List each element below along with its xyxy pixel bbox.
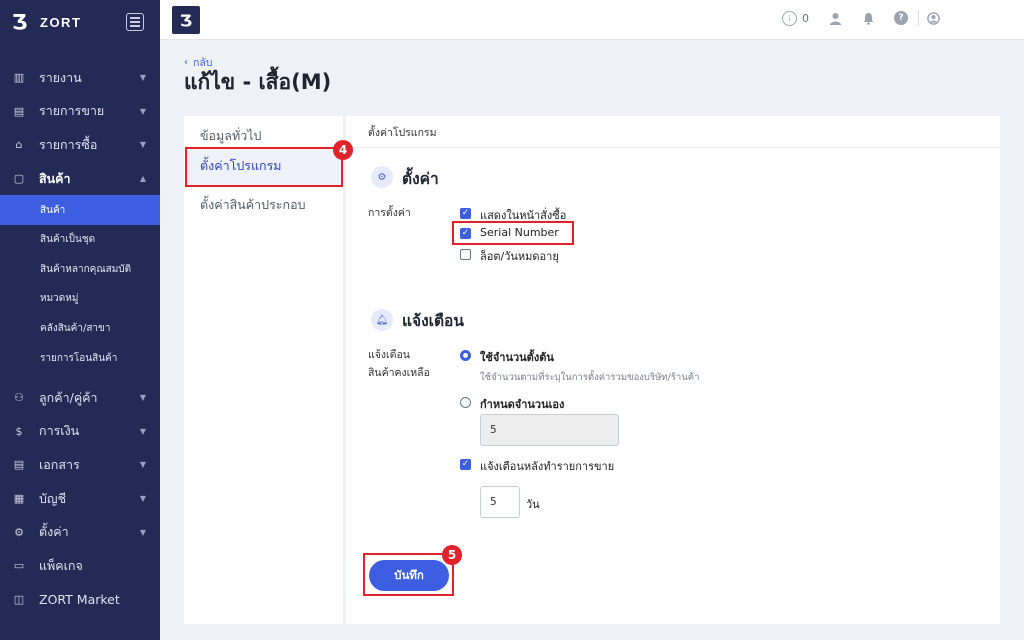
- user-icon[interactable]: [829, 12, 842, 25]
- sidebar-item-sales[interactable]: ▤ รายการขาย ▼: [0, 95, 160, 129]
- sidebar-item-products[interactable]: ▢ สินค้า ▲: [0, 162, 160, 196]
- highlight-serial-number: [452, 221, 574, 245]
- box-icon: ▢: [13, 172, 25, 186]
- ledger-icon: ▦: [13, 492, 25, 506]
- gear-icon: ⚙: [14, 525, 24, 539]
- custom-amount-input[interactable]: 5: [480, 414, 619, 446]
- lot-expiry-label: ล็อต/วันหมดอายุ: [480, 250, 559, 263]
- chevron-down-icon: ▼: [139, 140, 146, 150]
- alert-after-sale-checkbox[interactable]: ✓: [460, 459, 471, 470]
- zort-logo-icon[interactable]: Ʒ: [172, 6, 200, 34]
- sidebar-item-contacts[interactable]: ⚇ ลูกค้า/คู่ค้า ▼: [0, 381, 160, 415]
- brand-name: ZORT: [40, 14, 82, 30]
- alert-section-title: แจ้งเตือน: [402, 312, 464, 330]
- custom-amount-label: กำหนดจำนวนเอง: [480, 398, 565, 411]
- bell-icon[interactable]: [862, 12, 875, 25]
- notification-count: 0: [802, 11, 809, 25]
- chevron-down-icon: ▼: [139, 527, 146, 537]
- sidebar-subitem-warehouses[interactable]: คลังสินค้า/สาขา: [0, 314, 160, 344]
- bell-icon: 🔔︎: [371, 309, 393, 331]
- sidebar-item-label: บัญชี: [39, 490, 67, 506]
- sidebar-item-documents[interactable]: ▤ เอกสาร ▼: [0, 448, 160, 482]
- sidebar-item-label: ลูกค้า/คู่ค้า: [39, 389, 98, 405]
- sidebar: Ʒ ZORT ▥ รายงาน ▼ ▤ รายการขาย ▼ ⌂ รายการ…: [0, 0, 160, 640]
- sidebar-nav: ▥ รายงาน ▼ ▤ รายการขาย ▼ ⌂ รายการซื้อ ▼ …: [0, 61, 160, 616]
- sidebar-item-label: ZORT Market: [39, 591, 120, 607]
- sidebar-item-label: สินค้า: [39, 170, 71, 186]
- chevron-down-icon: ▼: [139, 494, 146, 504]
- sidebar-subitem-products[interactable]: สินค้า: [0, 195, 160, 225]
- zort-logo-icon: Ʒ: [12, 10, 28, 34]
- settings-field-label: การตั้งค่า: [368, 207, 411, 219]
- gear-icon: ⚙: [371, 166, 393, 188]
- sidebar-item-label: ตั้งค่า: [39, 524, 69, 540]
- document-icon: ▤: [13, 458, 25, 472]
- chevron-down-icon: ▼: [139, 393, 146, 403]
- step-badge-4: 4: [333, 140, 353, 160]
- basket-icon: ⌂: [15, 138, 23, 152]
- topbar: Ʒ i 0 ?: [160, 0, 1024, 40]
- sidebar-subitem-variants[interactable]: สินค้าหลากคุณสมบัติ: [0, 255, 160, 285]
- tab-component-settings[interactable]: ตั้งค่าสินค้าประกอบ: [200, 195, 306, 215]
- sidebar-item-package[interactable]: ▭ แพ็คเกจ: [0, 549, 160, 583]
- card-title: ตั้งค่าโปรแกรม: [346, 116, 1000, 148]
- chevron-down-icon: ▼: [139, 106, 146, 116]
- users-icon: ⚇: [14, 391, 24, 405]
- sidebar-item-label: การเงิน: [39, 423, 80, 439]
- days-input[interactable]: 5: [480, 486, 520, 518]
- sidebar-item-label: รายการขาย: [39, 103, 105, 119]
- clipboard-icon: ▤: [13, 104, 25, 118]
- page-title: แก้ไข - เสื้อ(M): [184, 70, 332, 94]
- sidebar-item-label: แพ็คเกจ: [39, 557, 83, 573]
- sidebar-item-reports[interactable]: ▥ รายงาน ▼: [0, 61, 160, 95]
- sidebar-item-label: รายการซื้อ: [39, 136, 98, 152]
- sidebar-item-label: รายงาน: [39, 69, 82, 85]
- days-unit: วัน: [526, 498, 540, 511]
- highlight-tab: [185, 147, 343, 187]
- sidebar-subitem-categories[interactable]: หมวดหมู่: [0, 284, 160, 314]
- alert-after-sale-label: แจ้งเตือนหลังทำรายการขาย: [480, 460, 615, 473]
- tab-general[interactable]: ข้อมูลทั่วไป: [200, 126, 261, 146]
- chevron-down-icon: ▼: [139, 426, 146, 436]
- lot-expiry-checkbox[interactable]: [460, 249, 471, 260]
- sidebar-item-finance[interactable]: $ การเงิน ▼: [0, 415, 160, 449]
- account-icon[interactable]: [927, 11, 940, 25]
- chevron-down-icon: ▼: [139, 460, 146, 470]
- chevron-up-icon: ▲: [139, 174, 146, 184]
- sidebar-subitem-bundles[interactable]: สินค้าเป็นชุด: [0, 225, 160, 255]
- chevron-down-icon: ▼: [139, 73, 146, 83]
- use-default-hint: ใช้จำนวนตามที่ระบุในการตั้งค่ารวมของบริษ…: [480, 372, 700, 383]
- alert-field-label-line1: แจ้งเตือน: [368, 349, 410, 361]
- alert-field-label-line2: สินค้าคงเหลือ: [368, 367, 430, 379]
- sidebar-item-purchases[interactable]: ⌂ รายการซื้อ ▼: [0, 128, 160, 162]
- step-badge-5: 5: [442, 545, 462, 565]
- help-icon[interactable]: ?: [894, 11, 908, 25]
- settings-tabs: ข้อมูลทั่วไป ตั้งค่าโปรแกรม ตั้งค่าสินค้…: [184, 116, 344, 624]
- sidebar-item-settings[interactable]: ⚙ ตั้งค่า ▼: [0, 515, 160, 549]
- sidebar-item-market[interactable]: ◫ ZORT Market: [0, 583, 160, 617]
- bag-icon: ◫: [13, 592, 25, 606]
- use-default-radio[interactable]: [460, 350, 471, 361]
- settings-section-title: ตั้งค่า: [402, 170, 439, 188]
- divider: [918, 10, 919, 26]
- topbar-icons: i 0 ?: [782, 10, 940, 26]
- sidebar-subitem-transfers[interactable]: รายการโอนสินค้า: [0, 343, 160, 373]
- sidebar-item-accounting[interactable]: ▦ บัญชี ▼: [0, 482, 160, 516]
- dollar-icon: $: [15, 424, 23, 438]
- info-icon: i: [782, 10, 797, 26]
- package-icon: ▭: [13, 559, 25, 573]
- sidebar-item-label: เอกสาร: [39, 456, 80, 472]
- show-in-order-checkbox[interactable]: ✓: [460, 208, 471, 219]
- custom-amount-radio[interactable]: [460, 397, 471, 408]
- bar-chart-icon: ▥: [13, 71, 25, 85]
- use-default-label: ใช้จำนวนตั้งต้น: [480, 351, 554, 364]
- menu-toggle-icon[interactable]: [126, 13, 144, 31]
- highlight-save: [363, 553, 454, 596]
- notification-counter[interactable]: i 0: [782, 10, 809, 26]
